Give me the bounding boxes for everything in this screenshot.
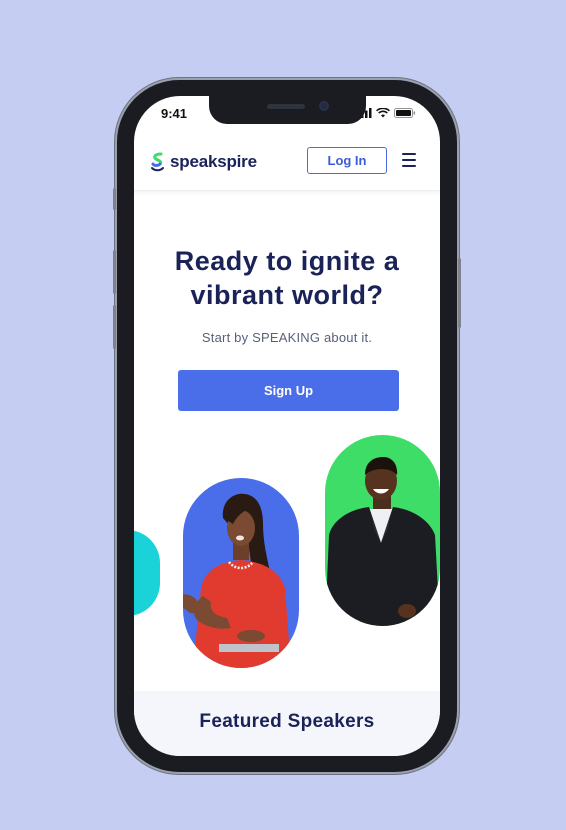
speaker-card-woman [183, 478, 299, 668]
volume-up-button [113, 250, 116, 294]
hero-title: Ready to ignite a vibrant world? [134, 244, 440, 312]
speakspire-logo-icon [151, 152, 164, 172]
hero-title-line-2: vibrant world? [190, 280, 384, 310]
speaker-photo-woman [183, 493, 291, 668]
notch [209, 96, 366, 124]
hamburger-menu-icon[interactable] [402, 153, 416, 167]
login-button[interactable]: Log In [307, 147, 387, 174]
battery-icon [394, 108, 416, 118]
featured-speakers-section: Featured Speakers [134, 691, 440, 756]
earpiece-speaker [267, 104, 305, 109]
hero-title-line-1: Ready to ignite a [174, 246, 400, 276]
signup-button[interactable]: Sign Up [178, 370, 399, 411]
phone-frame: 9:41 speakspire Log In Ready to ignite a… [113, 80, 461, 772]
brand-logo[interactable]: speakspire [150, 152, 257, 172]
phone-screen: 9:41 speakspire Log In Ready to ignite a… [134, 96, 440, 756]
speaker-card-man [325, 435, 440, 626]
site-header: speakspire Log In [134, 140, 440, 191]
hero-subtitle: Start by SPEAKING about it. [201, 330, 373, 345]
status-time: 9:41 [161, 106, 188, 121]
front-camera [319, 101, 329, 111]
featured-speakers-title: Featured Speakers [199, 711, 375, 732]
brand-name: speakspire [170, 152, 257, 171]
wifi-icon [376, 108, 390, 118]
silent-switch [113, 188, 116, 210]
speaker-card-teal [134, 530, 160, 616]
volume-down-button [113, 305, 116, 349]
status-icons [357, 108, 416, 118]
speaker-photo-man [325, 457, 440, 626]
power-button [458, 258, 461, 328]
